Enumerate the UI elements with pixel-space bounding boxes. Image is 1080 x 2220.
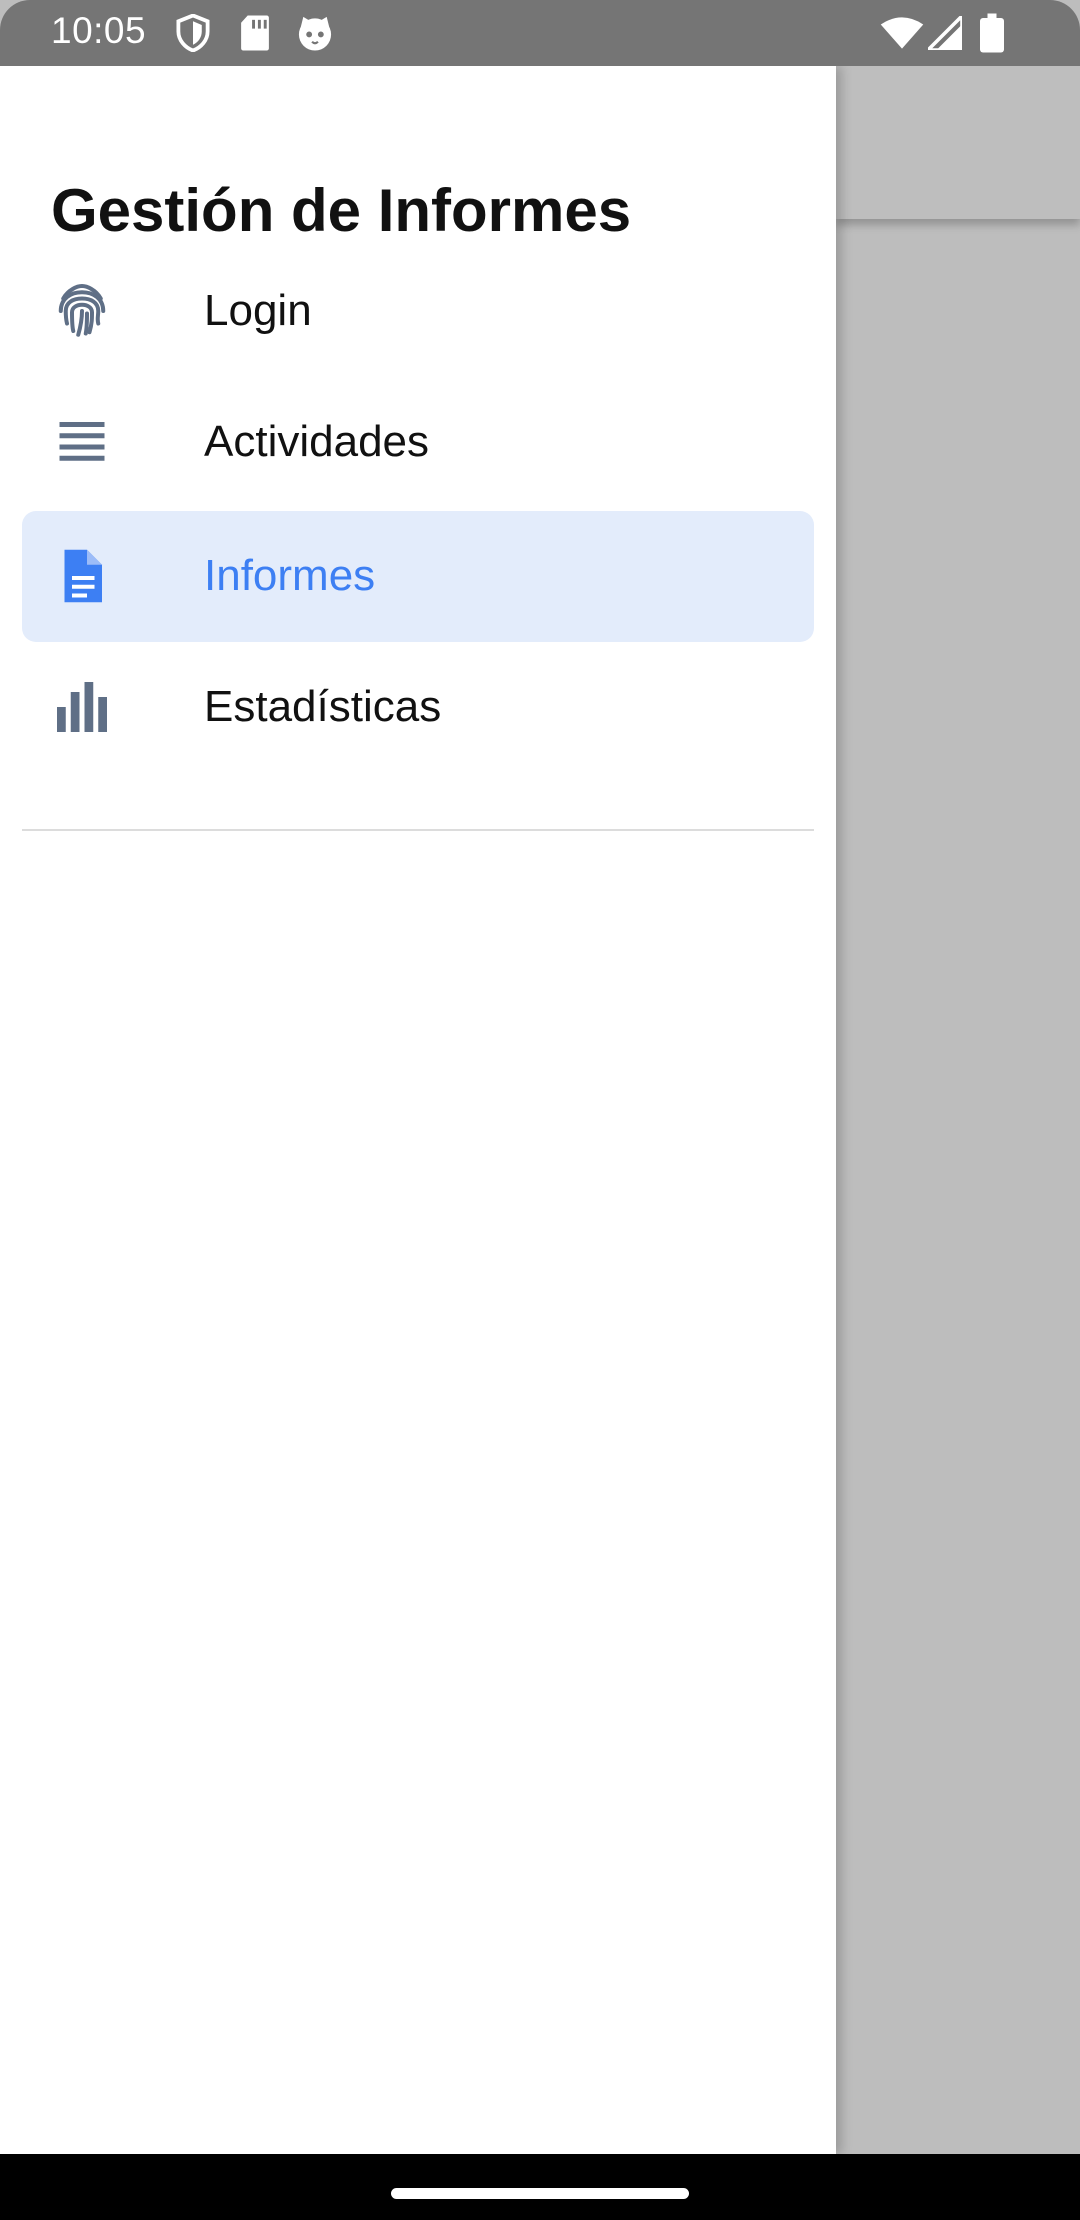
shield-icon [176, 14, 210, 52]
sd-card-icon [241, 15, 269, 51]
nav-label-informes: Informes [204, 551, 376, 600]
drawer-divider [22, 829, 814, 831]
system-navigation-bar [0, 2154, 1080, 2220]
status-bar: 10:05 [0, 0, 1080, 66]
nav-item-actividades[interactable]: Actividades [22, 377, 814, 508]
cellular-signal-icon [928, 16, 962, 50]
fingerprint-icon [58, 283, 106, 337]
home-gesture-handle[interactable] [391, 2188, 689, 2199]
battery-icon [980, 13, 1004, 53]
cat-face-icon [298, 16, 332, 51]
app-bar [836, 66, 1080, 219]
document-icon [64, 549, 102, 603]
navigation-drawer: Gestión de Informes Login Actividades In… [0, 66, 836, 2154]
nav-label-actividades: Actividades [204, 417, 430, 466]
drawer-title: Gestión de Informes [51, 177, 632, 244]
nav-item-estadisticas[interactable]: Estadísticas [22, 642, 814, 773]
status-time: 10:05 [51, 10, 147, 51]
scrim-overlay[interactable] [836, 66, 1080, 2154]
nav-item-informes[interactable]: Informes [22, 511, 814, 642]
list-icon [59, 422, 105, 461]
nav-label-estadisticas: Estadísticas [204, 682, 442, 731]
bar-chart-icon [57, 682, 107, 732]
nav-item-login[interactable]: Login [22, 246, 814, 377]
wifi-icon [880, 17, 924, 49]
nav-label-login: Login [204, 286, 312, 335]
